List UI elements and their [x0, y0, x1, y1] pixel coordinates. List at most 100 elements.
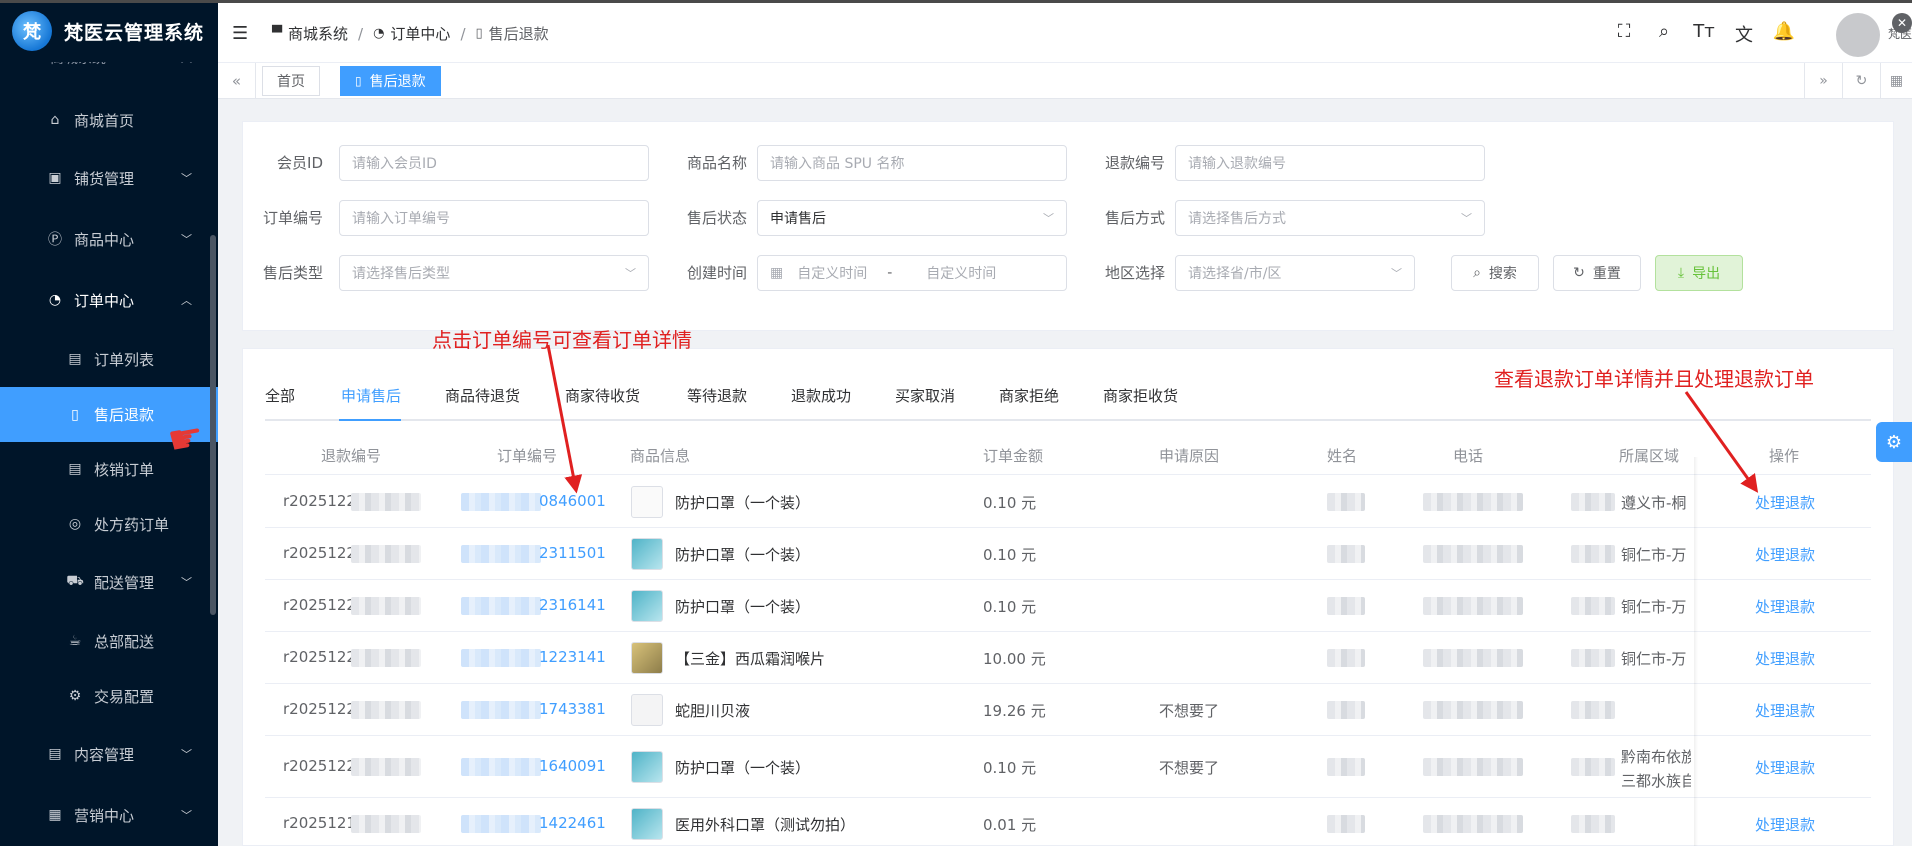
reset-button[interactable]: ↻ 重置: [1553, 255, 1641, 291]
col-refund-no: 退款编号: [321, 447, 382, 465]
region-cascader[interactable]: 请选择省/市/区 ﹀: [1175, 255, 1415, 291]
floating-settings-button[interactable]: ⚙: [1876, 422, 1912, 462]
tab-merchant-receiving[interactable]: 商家待收货: [565, 385, 640, 421]
product-name-cell: 防护口罩（一个装）: [675, 759, 811, 777]
chevron-down-icon: ﹀: [181, 172, 192, 185]
redacted-order-no: [461, 545, 541, 563]
refund-no-cell: r2025122: [283, 544, 356, 562]
process-refund-link[interactable]: 处理退款: [1755, 544, 1815, 565]
order-no-link[interactable]: 1743381: [539, 700, 606, 718]
tab-awaiting-refund[interactable]: 等待退款: [687, 385, 747, 421]
after-sale-type-select[interactable]: 请选择售后类型 ﹀: [339, 255, 649, 291]
grid-icon[interactable]: ▦: [1880, 63, 1912, 99]
sidebar-item-label: 订单列表: [94, 350, 155, 369]
col-actions: 操作: [1769, 447, 1800, 465]
refund-no-input[interactable]: 请输入退款编号: [1175, 145, 1485, 181]
tag-after-sale-refund[interactable]: ▯ 售后退款: [340, 66, 441, 96]
redacted-refund-no: [351, 545, 421, 563]
avatar[interactable]: [1836, 13, 1880, 57]
order-no-link[interactable]: 1422461: [539, 814, 606, 832]
end-date-input[interactable]: 自定义时间: [926, 263, 996, 283]
order-no-link[interactable]: 2311501: [539, 544, 606, 562]
tab-refund-success[interactable]: 退款成功: [791, 385, 851, 421]
process-refund-link[interactable]: 处理退款: [1755, 700, 1815, 721]
breadcrumb-label: 售后退款: [488, 25, 549, 43]
after-sale-method-select[interactable]: 请选择售后方式 ﹀: [1175, 200, 1485, 236]
breadcrumb-item[interactable]: ▀ 商城系统: [272, 23, 348, 44]
translate-icon[interactable]: 文: [1724, 21, 1764, 47]
member-id-input[interactable]: 请输入会员ID: [339, 145, 649, 181]
home-icon: ⌂: [50, 112, 60, 128]
sidebar-item-order-center[interactable]: ◔ 订单中心 ︿: [0, 275, 210, 325]
create-time-range[interactable]: ▦ 自定义时间 - 自定义时间: [757, 255, 1067, 291]
sidebar-item-delivery-management[interactable]: ⛟ 配送管理 ﹀: [0, 557, 210, 607]
process-refund-link[interactable]: 处理退款: [1755, 757, 1815, 778]
product-name-input[interactable]: 请输入商品 SPU 名称: [757, 145, 1067, 181]
process-refund-link[interactable]: 处理退款: [1755, 492, 1815, 513]
sidebar-item-trade-config[interactable]: ⚙ 交易配置: [0, 671, 210, 721]
hamburger-icon[interactable]: ☰: [232, 23, 248, 44]
tab-buyer-cancelled[interactable]: 买家取消: [895, 385, 955, 421]
product-thumbnail: [631, 751, 663, 783]
redacted-order-no: [461, 493, 541, 511]
region-cell-line2: 三都水族自: [1621, 772, 1691, 790]
tab-all[interactable]: 全部: [265, 385, 295, 421]
refund-no-cell: r2025121: [283, 814, 356, 832]
header-toolbar: ⛶ ⌕ Tт 文 🔔: [1604, 21, 1804, 47]
sidebar-item-label: 铺货管理: [74, 169, 135, 188]
redacted-name: [1327, 758, 1365, 776]
export-button[interactable]: ⤓ 导出: [1655, 255, 1743, 291]
order-amount-cell: 0.10 元: [983, 546, 1037, 564]
sidebar-item-label: 营销中心: [74, 806, 135, 825]
sidebar-item-product-center[interactable]: Ⓟ 商品中心 ﹀: [0, 214, 210, 264]
tag-home[interactable]: 首页: [262, 66, 320, 96]
order-no-link[interactable]: 2316141: [539, 596, 606, 614]
double-chevron-right-icon[interactable]: »: [1804, 63, 1842, 99]
breadcrumb-item[interactable]: ◔ 订单中心: [373, 23, 450, 44]
tags-view-bar: « 首页 ▯ 售后退款 » ↻ ▦: [218, 63, 1912, 99]
bell-icon[interactable]: 🔔: [1764, 21, 1804, 47]
font-size-icon[interactable]: Tт: [1684, 21, 1724, 47]
sidebar-item-prescription-orders[interactable]: ◎ 处方药订单: [0, 499, 210, 549]
order-no-link[interactable]: 1640091: [539, 757, 606, 775]
order-no-link[interactable]: 0846001: [539, 492, 606, 510]
redacted-refund-no: [351, 649, 421, 667]
product-name-cell: 【三金】西瓜霜润喉片: [675, 650, 826, 668]
process-refund-link[interactable]: 处理退款: [1755, 596, 1815, 617]
tab-apply-after-sale[interactable]: 申请售后: [341, 385, 401, 421]
search-icon[interactable]: ⌕: [1644, 21, 1684, 47]
sidebar-item-distribution[interactable]: ▣ 铺货管理 ﹀: [0, 153, 210, 203]
redacted-region-prefix: [1571, 649, 1615, 667]
clipboard-icon: ▤: [68, 351, 82, 367]
process-refund-link[interactable]: 处理退款: [1755, 648, 1815, 669]
product-thumbnail: [631, 486, 663, 518]
double-chevron-left-icon[interactable]: «: [218, 63, 256, 99]
sidebar-item-order-list[interactable]: ▤ 订单列表: [0, 334, 210, 384]
order-no-input[interactable]: 请输入订单编号: [339, 200, 649, 236]
product-name-cell: 防护口罩（一个装）: [675, 598, 811, 616]
sidebar-item-mall-home[interactable]: ⌂ 商城首页: [0, 95, 210, 145]
tab-pending-return[interactable]: 商品待退货: [445, 385, 520, 421]
order-no-link[interactable]: 1223141: [539, 648, 606, 666]
sidebar-item-content-management[interactable]: ▤ 内容管理 ﹀: [0, 729, 210, 779]
tab-merchant-rejected[interactable]: 商家拒绝: [999, 385, 1059, 421]
fullscreen-icon[interactable]: ⛶: [1604, 21, 1644, 47]
breadcrumb-label: 商城系统: [288, 25, 349, 43]
p-circle-icon: Ⓟ: [48, 232, 62, 248]
close-icon[interactable]: ✕: [1892, 13, 1912, 33]
search-button[interactable]: ⌕ 搜索: [1451, 255, 1539, 291]
tab-merchant-refused-goods[interactable]: 商家拒收货: [1103, 385, 1178, 421]
after-sale-status-select[interactable]: 申请售后 ﹀: [757, 200, 1067, 236]
sidebar-item-hq-delivery[interactable]: ☕ 总部配送: [0, 616, 210, 666]
fixed-column-shadow: [1694, 457, 1698, 846]
product-thumbnail: [631, 642, 663, 674]
region-cell: 铜仁市-万: [1621, 546, 1687, 564]
sidebar-scrollbar[interactable]: [210, 235, 216, 615]
region-cell: 铜仁市-万: [1621, 598, 1687, 616]
sidebar-item-marketing-center[interactable]: ▦ 营销中心 ﹀: [0, 790, 210, 840]
process-refund-link[interactable]: 处理退款: [1755, 814, 1815, 835]
annotation-refund-hint: 查看退款订单详情并且处理退款订单: [1494, 367, 1814, 391]
redacted-phone: [1423, 758, 1523, 776]
start-date-input[interactable]: 自定义时间: [797, 263, 867, 283]
refresh-icon[interactable]: ↻: [1842, 63, 1880, 99]
